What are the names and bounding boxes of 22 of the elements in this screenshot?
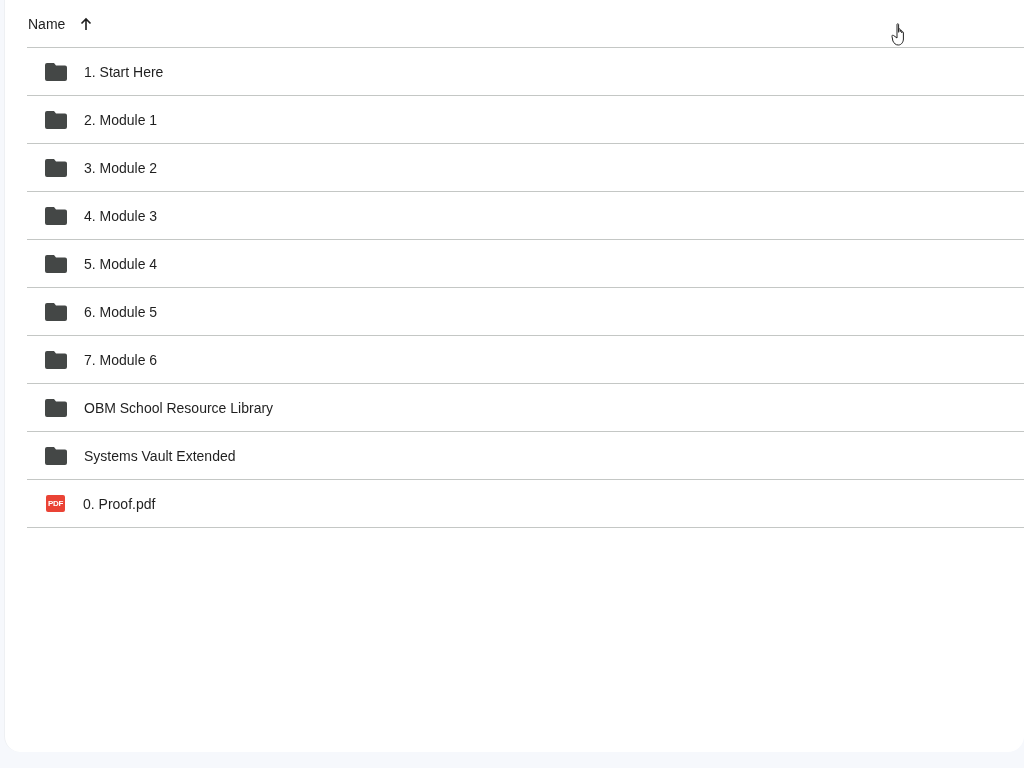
folder-icon (45, 158, 67, 177)
folder-name[interactable]: OBM School Resource Library (84, 399, 274, 416)
folder-name[interactable]: 3. Module 2 (84, 159, 158, 176)
folder-icon (45, 110, 67, 129)
folder-name[interactable]: 4. Module 3 (84, 207, 158, 224)
folder-icon (45, 62, 67, 81)
folder-icon (45, 350, 67, 369)
folder-name[interactable]: 5. Module 4 (84, 255, 158, 272)
file-name[interactable]: 0. Proof.pdf (83, 495, 156, 512)
folder-icon (45, 254, 67, 273)
folder-icon (45, 206, 67, 225)
pdf-icon: PDF (46, 495, 65, 512)
folder-icon (45, 302, 67, 321)
folder-name[interactable]: Systems Vault Extended (84, 447, 236, 464)
folder-name[interactable]: 6. Module 5 (84, 303, 158, 320)
folder-icon (45, 398, 67, 417)
folder-name[interactable]: 7. Module 6 (84, 351, 158, 368)
folder-name[interactable]: 1. Start Here (84, 63, 164, 80)
column-header[interactable]: Name (28, 15, 66, 32)
sort-arrow-icon[interactable] (79, 16, 94, 31)
folder-name[interactable]: 2. Module 1 (84, 111, 158, 128)
folder-icon (45, 446, 67, 465)
